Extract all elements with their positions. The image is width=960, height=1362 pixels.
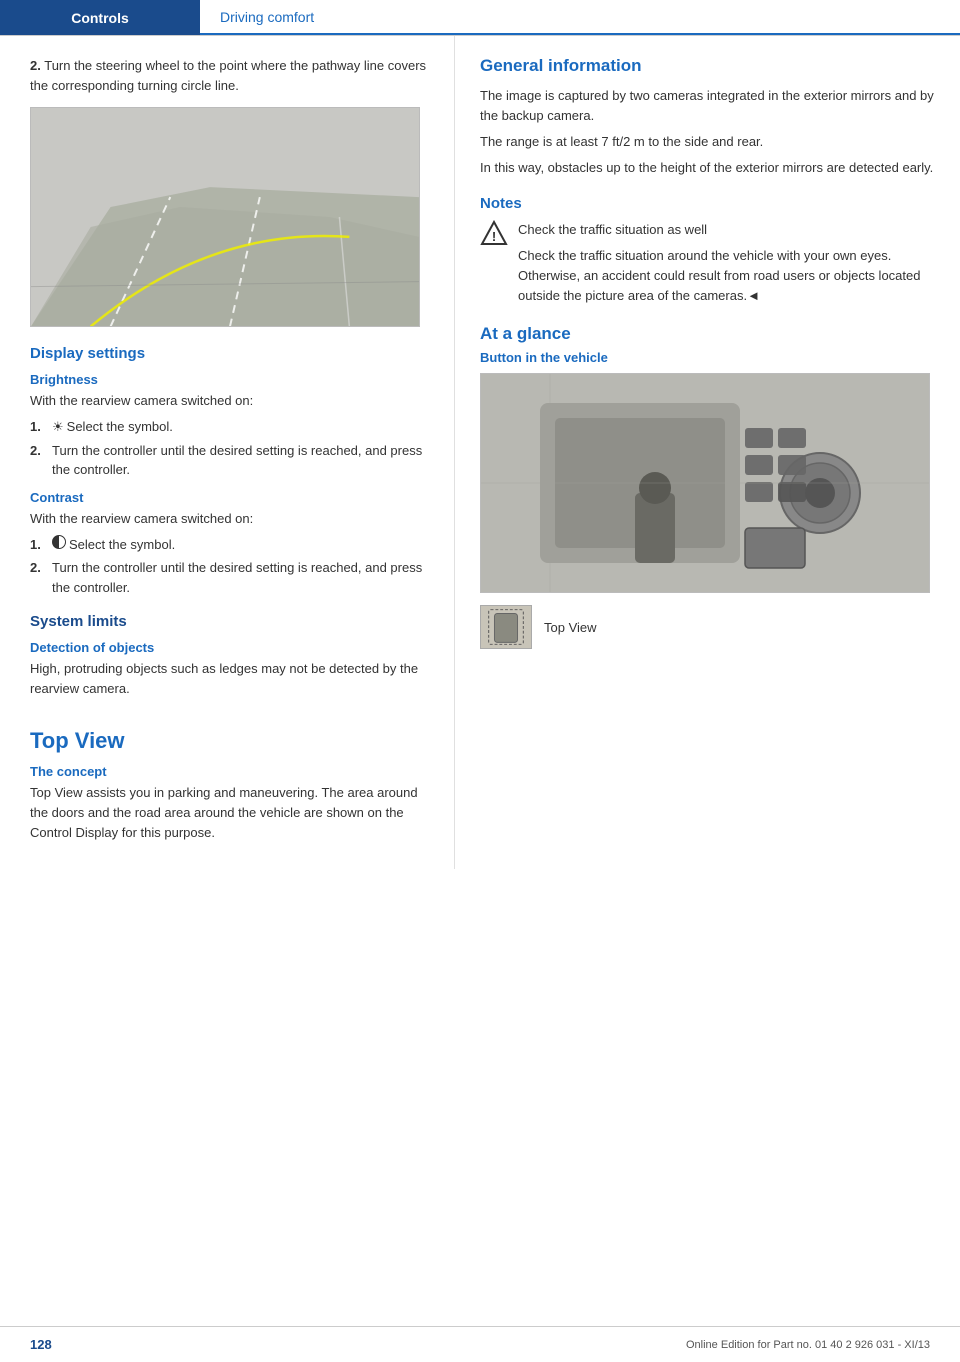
gen-info-p1: The image is captured by two cameras int… xyxy=(480,86,935,126)
brightness-step1-num: 1. xyxy=(30,417,52,437)
interior-vehicle-image xyxy=(480,373,930,593)
brightness-step1-item: 1. ☀ Select the symbol. xyxy=(30,417,429,437)
the-concept-title: The concept xyxy=(30,764,429,779)
contrast-step2-text: Turn the controller until the desired se… xyxy=(52,558,429,597)
contrast-icon xyxy=(52,535,66,549)
gen-info-title: General information xyxy=(480,56,935,76)
topview-thumbnail xyxy=(480,605,532,649)
note2-text: Check the traffic situation around the v… xyxy=(518,246,935,306)
topview-caption-label: Top View xyxy=(544,620,597,635)
contrast-step1-text: Select the symbol. xyxy=(69,535,175,555)
svg-text:!: ! xyxy=(492,229,496,244)
controls-label: Controls xyxy=(71,10,129,26)
warning-icon: ! xyxy=(480,220,508,248)
at-glance-title: At a glance xyxy=(480,324,935,344)
page-number: 128 xyxy=(30,1337,52,1352)
topview-row: Top View xyxy=(480,605,935,649)
notes-box: ! Check the traffic situation as well Ch… xyxy=(480,220,935,307)
btn-vehicle-title: Button in the vehicle xyxy=(480,350,935,365)
car-pathway-image xyxy=(30,107,420,327)
system-limits-title: System limits xyxy=(30,613,429,630)
tab-controls[interactable]: Controls xyxy=(0,0,200,35)
page-footer: 128 Online Edition for Part no. 01 40 2 … xyxy=(0,1326,960,1362)
contrast-step1-num: 1. xyxy=(30,535,52,555)
brightness-step1-text: Select the symbol. xyxy=(67,417,173,437)
contrast-step2-item: 2. Turn the controller until the desired… xyxy=(30,558,429,597)
gen-info-p3: In this way, obstacles up to the height … xyxy=(480,158,935,178)
detection-text: High, protruding objects such as ledges … xyxy=(30,659,429,699)
right-column: General information The image is capture… xyxy=(455,36,960,869)
detection-title: Detection of objects xyxy=(30,640,429,655)
left-column: 2. Turn the steering wheel to the point … xyxy=(0,36,455,869)
page-content: 2. Turn the steering wheel to the point … xyxy=(0,36,960,869)
notes-title: Notes xyxy=(480,195,935,212)
topview-main-title: Top View xyxy=(30,728,429,754)
brightness-step2-num: 2. xyxy=(30,441,52,480)
gen-info-p2: The range is at least 7 ft/2 m to the si… xyxy=(480,132,935,152)
the-concept-text: Top View assists you in parking and mane… xyxy=(30,783,429,843)
edition-text: Online Edition for Part no. 01 40 2 926 … xyxy=(686,1339,930,1351)
brightness-step2-text: Turn the controller until the desired se… xyxy=(52,441,429,480)
sun-icon: ☀ xyxy=(52,417,64,437)
step2-number: 2. xyxy=(30,58,41,73)
contrast-intro: With the rearview camera switched on: xyxy=(30,509,429,529)
page-header: Controls Driving comfort xyxy=(0,0,960,36)
brightness-title: Brightness xyxy=(30,372,429,387)
brightness-intro: With the rearview camera switched on: xyxy=(30,391,429,411)
note1-text: Check the traffic situation as well xyxy=(518,220,935,240)
step2-block: 2. Turn the steering wheel to the point … xyxy=(30,56,429,95)
step2-text: Turn the steering wheel to the point whe… xyxy=(30,58,426,93)
contrast-step1-item: 1. Select the symbol. xyxy=(30,535,429,555)
contrast-title: Contrast xyxy=(30,490,429,505)
notes-text: Check the traffic situation as well Chec… xyxy=(518,220,935,307)
driving-comfort-label: Driving comfort xyxy=(220,9,314,25)
brightness-step2-item: 2. Turn the controller until the desired… xyxy=(30,441,429,480)
display-settings-title: Display settings xyxy=(30,345,429,362)
contrast-step2-num: 2. xyxy=(30,558,52,597)
tab-driving-comfort[interactable]: Driving comfort xyxy=(200,0,960,35)
